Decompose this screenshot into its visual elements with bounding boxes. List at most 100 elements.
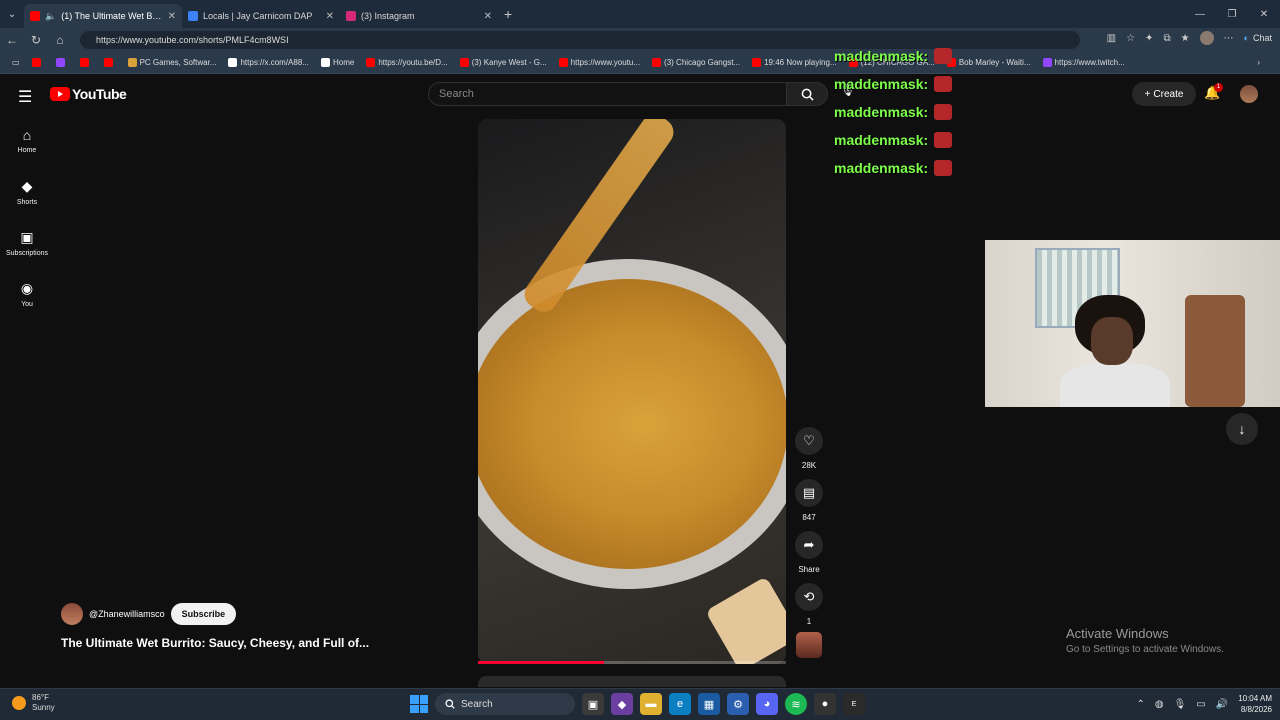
- share-arrow-icon: ➦: [803, 537, 815, 552]
- bookmark-item[interactable]: [98, 58, 122, 67]
- refresh-button[interactable]: ↻: [24, 33, 48, 47]
- tray-overflow-icon[interactable]: ⌃: [1136, 699, 1144, 710]
- spotify-icon[interactable]: ≋: [785, 693, 807, 715]
- remix-button[interactable]: ⟲ 1: [794, 583, 824, 626]
- shorts-video-player[interactable]: [478, 119, 786, 664]
- taskbar-search[interactable]: Search: [435, 693, 575, 715]
- favorite-star-icon[interactable]: ☆: [1126, 33, 1135, 44]
- bookmark-item[interactable]: https://youtu.be/D...: [360, 58, 453, 67]
- back-button[interactable]: ←: [0, 33, 24, 47]
- tab-audio-icon[interactable]: 🔈: [45, 11, 56, 22]
- copilot-chat-button[interactable]: ◐ Chat: [1244, 33, 1272, 43]
- bookmark-item[interactable]: PC Games, Softwar...: [122, 58, 223, 67]
- network-icon[interactable]: ▭: [1196, 699, 1205, 710]
- tab-close-icon[interactable]: ✕: [484, 11, 492, 22]
- you-profile-icon: ◉: [20, 280, 34, 296]
- split-screen-icon[interactable]: ▥: [1107, 33, 1116, 44]
- maximize-button[interactable]: ❐: [1216, 0, 1248, 28]
- bookmark-label: (3) Chicago Gangst...: [664, 58, 741, 67]
- video-progress-bar[interactable]: [478, 661, 786, 664]
- chat-username: maddenmask:: [834, 132, 929, 148]
- microphone-icon[interactable]: 🎙: [1174, 699, 1187, 710]
- close-window-button[interactable]: ✕: [1248, 0, 1280, 28]
- clock[interactable]: 10:04 AM 8/8/2026: [1238, 693, 1272, 715]
- channel-handle[interactable]: @Zhanewilliamsco: [89, 609, 165, 619]
- bookmark-item[interactable]: (3) Chicago Gangst...: [646, 58, 746, 67]
- like-button[interactable]: ♡ 28K: [794, 427, 824, 470]
- reading-list-icon[interactable]: ▭: [6, 58, 26, 67]
- arrow-down-icon: ↓: [1238, 421, 1246, 437]
- browser-tab[interactable]: 🔈 (1) The Ultimate Wet Burrito: S ✕: [24, 4, 182, 28]
- weather-widget[interactable]: 86°F Sunny: [12, 693, 55, 713]
- channel-avatar[interactable]: [61, 603, 83, 625]
- minimize-button[interactable]: —: [1184, 0, 1216, 28]
- browser-tab[interactable]: Locals | Jay Carnicom DAP ✕: [182, 4, 340, 28]
- comments-button[interactable]: ▤ 847: [794, 479, 824, 522]
- sidebar-item-subscriptions[interactable]: ▣ Subscriptions: [0, 229, 54, 257]
- activate-windows-watermark: Activate Windows Go to Settings to activ…: [1066, 626, 1224, 655]
- bookmark-item[interactable]: https://x.com/A88...: [222, 58, 314, 67]
- bookmark-item[interactable]: [50, 58, 74, 67]
- copilot-app-icon[interactable]: ◆: [611, 693, 633, 715]
- search-button[interactable]: [786, 82, 828, 106]
- tab-close-icon[interactable]: ✕: [168, 11, 176, 22]
- menu-hamburger-icon[interactable]: ☰: [18, 87, 32, 107]
- favorites-icon[interactable]: ★: [1181, 33, 1190, 44]
- new-tab-button[interactable]: +: [504, 6, 512, 22]
- youtube-logo[interactable]: YouTube: [50, 86, 127, 102]
- edge-browser-icon[interactable]: e: [669, 693, 691, 715]
- subscribe-button[interactable]: Subscribe: [170, 603, 237, 625]
- discord-icon[interactable]: ◕: [756, 693, 778, 715]
- sidebar-item-home[interactable]: ⌂ Home: [0, 127, 54, 154]
- bookmark-favicon-icon: [320, 58, 330, 67]
- task-view-icon[interactable]: ▣: [582, 693, 604, 715]
- chat-username: maddenmask:: [834, 104, 929, 120]
- extensions-icon[interactable]: ✦: [1145, 33, 1153, 44]
- bookmark-item[interactable]: 19:46 Now playing...: [746, 58, 843, 67]
- video-title[interactable]: The Ultimate Wet Burrito: Saucy, Cheesy,…: [61, 636, 369, 650]
- collections-icon[interactable]: ⧉: [1163, 33, 1170, 44]
- bookmark-favicon-icon: [127, 58, 137, 67]
- notification-badge: 1: [1214, 83, 1223, 92]
- bookmark-item[interactable]: Bob Marley - Waiti...: [941, 58, 1037, 67]
- sidebar-item-you[interactable]: ◉ You: [0, 280, 54, 308]
- next-video-button[interactable]: ↓: [1226, 413, 1258, 445]
- start-button[interactable]: [410, 695, 428, 713]
- bookmark-item[interactable]: https://www.twitch...: [1037, 58, 1131, 67]
- bookmark-item[interactable]: (3) Kanye West - G...: [454, 58, 553, 67]
- create-button[interactable]: + Create: [1132, 82, 1196, 106]
- sidebar-item-shorts[interactable]: ◆ Shorts: [0, 178, 54, 206]
- copilot-icon: ◐: [1243, 33, 1249, 43]
- bookmark-item[interactable]: [26, 58, 50, 67]
- tab-actions-menu[interactable]: ⌄: [0, 0, 24, 28]
- bookmark-item[interactable]: [74, 58, 98, 67]
- profile-avatar[interactable]: [1199, 31, 1214, 45]
- tab-close-icon[interactable]: ✕: [326, 11, 334, 22]
- browser-tab-bar: ⌄ 🔈(1) The Ultimate Wet Burrito: S✕Local…: [0, 0, 1280, 28]
- epic-games-icon[interactable]: E: [843, 693, 865, 715]
- bookmarks-overflow-icon[interactable]: ›: [1251, 58, 1266, 67]
- security-icon[interactable]: ◍: [1155, 699, 1164, 710]
- more-menu-icon[interactable]: ⋯: [1224, 33, 1234, 44]
- tab-title: (3) Instagram: [361, 11, 415, 21]
- bookmark-item[interactable]: https://www.youtu...: [553, 58, 646, 67]
- search-input[interactable]: Search: [428, 82, 788, 106]
- sound-thumbnail[interactable]: [796, 632, 822, 658]
- store-icon[interactable]: ▦: [698, 693, 720, 715]
- share-button[interactable]: ➦ Share: [794, 531, 824, 574]
- settings-app-icon[interactable]: ⚙: [727, 693, 749, 715]
- chat-username: maddenmask:: [834, 76, 929, 92]
- home-button[interactable]: ⌂: [48, 33, 72, 47]
- next-short-preview[interactable]: [478, 676, 786, 687]
- file-explorer-icon[interactable]: ▬: [640, 693, 662, 715]
- emote-icon: [934, 104, 953, 120]
- bookmark-favicon-icon: [228, 58, 238, 67]
- browser-tab[interactable]: (3) Instagram ✕: [340, 4, 498, 28]
- webcam-person-shirt: [1060, 363, 1170, 407]
- bookmark-item[interactable]: Home: [315, 58, 360, 67]
- volume-icon[interactable]: 🔊: [1216, 699, 1228, 710]
- bookmark-favicon-icon: [752, 58, 762, 67]
- obs-icon[interactable]: ●: [814, 693, 836, 715]
- tab-favicon-icon: [346, 11, 356, 21]
- account-avatar[interactable]: [1240, 85, 1258, 103]
